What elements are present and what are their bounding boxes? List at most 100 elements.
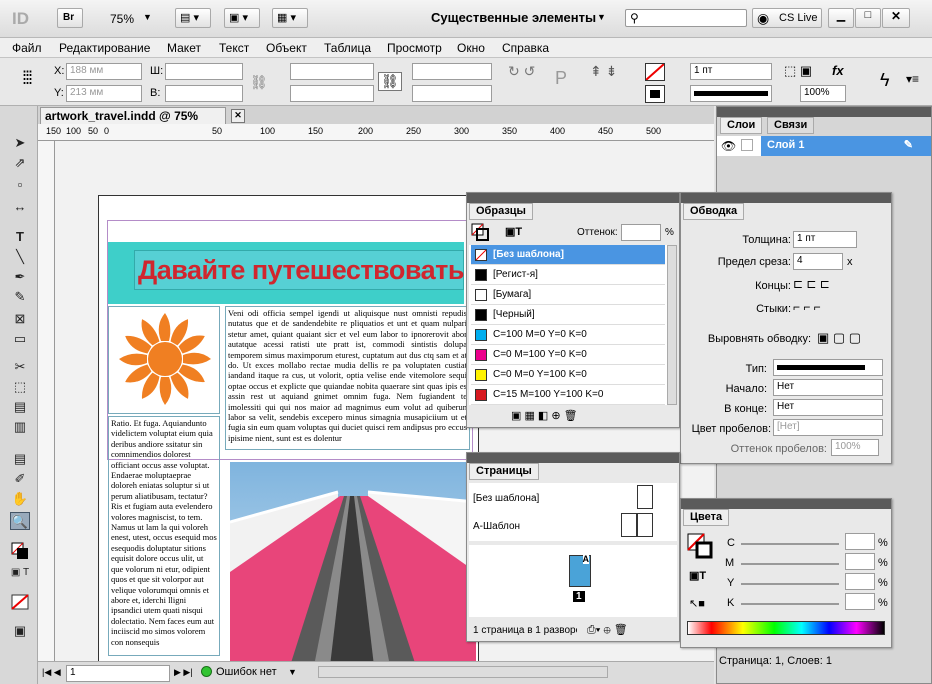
swatch-row[interactable]: [Регист-я] [471, 265, 665, 285]
gap-color-select[interactable]: [Нет] [773, 419, 883, 436]
menu-help[interactable]: Справка [502, 41, 549, 55]
align-stroke-buttons[interactable]: ▣ ▢ ▢ [817, 330, 861, 346]
pencil-tool-icon[interactable]: ✎ [10, 288, 30, 306]
tab-pages[interactable]: Страницы [469, 463, 539, 480]
rotate-icon[interactable]: ↻ ↺ [508, 63, 535, 80]
fill-stroke-icon[interactable] [687, 533, 713, 559]
eyedropper-tool-icon[interactable]: ✐ [10, 470, 30, 488]
y-position-field[interactable]: 213 мм [66, 85, 142, 102]
fill-none-swatch[interactable] [645, 63, 665, 81]
minimize-button[interactable]: ▁ [828, 8, 854, 28]
width-field[interactable] [165, 63, 243, 80]
document-tab[interactable]: artwork_travel.indd @ 75% ✕ [40, 107, 245, 124]
type-tool-icon[interactable]: T [10, 228, 30, 246]
tab-layers[interactable]: Слои [720, 117, 763, 134]
menu-table[interactable]: Таблица [324, 41, 371, 55]
k-slider[interactable] [741, 603, 839, 605]
fit-icons[interactable]: ⬚ ▣ [784, 63, 812, 79]
a-master[interactable]: A-Шаблон [473, 521, 520, 532]
page-tool-icon[interactable]: ▫ [10, 176, 30, 194]
page-thumb[interactable]: A [569, 554, 591, 587]
swatch-row[interactable]: C=0 M=0 Y=100 K=0 [471, 365, 665, 385]
k-value[interactable] [845, 593, 875, 610]
hand-tool-icon[interactable]: ✋ [10, 490, 30, 508]
stroke-weight-input[interactable]: 1 пт [793, 231, 857, 248]
shear-field[interactable] [412, 85, 492, 102]
c-slider[interactable] [741, 543, 839, 545]
scale-x-field[interactable] [290, 63, 374, 80]
tab-links[interactable]: Связи [767, 117, 815, 134]
line-tool-icon[interactable]: ╲ [10, 248, 30, 266]
document-page[interactable]: Давайте путешествовать! Veni odi officia… [98, 195, 479, 666]
scissors-tool-icon[interactable]: ✂ [10, 358, 30, 376]
none-fill-icon[interactable]: ↖■ [689, 597, 705, 610]
horizontal-scrollbar[interactable] [318, 666, 608, 678]
miter-limit-input[interactable]: 4 [793, 253, 843, 270]
zoom-level[interactable]: 75% [110, 12, 134, 26]
opacity-field[interactable]: 100% [800, 85, 846, 102]
chevron-down-icon[interactable]: ▼ [143, 12, 152, 22]
chevron-down-icon[interactable]: ▼ [597, 12, 606, 22]
rectangle-tool-icon[interactable]: ▭ [10, 330, 30, 348]
pen-tool-icon[interactable]: ✒ [10, 268, 30, 286]
preflight-status[interactable]: Ошибок нет [216, 666, 277, 678]
effects-icon[interactable]: fx [832, 63, 844, 78]
menu-window[interactable]: Окно [457, 41, 485, 55]
maximize-button[interactable]: □ [855, 8, 881, 28]
gradient-feather-tool-icon[interactable]: ▥ [10, 418, 30, 436]
close-document-icon[interactable]: ✕ [231, 109, 245, 123]
swatch-row[interactable]: [Без шаблона] [471, 245, 665, 265]
menu-edit[interactable]: Редактирование [59, 41, 150, 55]
next-page-button[interactable]: ▶ ▶| [174, 667, 193, 678]
note-tool-icon[interactable]: ▤ [10, 450, 30, 468]
bridge-button[interactable]: Br [57, 8, 83, 28]
rotation-field[interactable] [412, 63, 492, 80]
sun-image-frame[interactable] [108, 306, 220, 414]
panel-menu-icon[interactable]: ▾≡ [906, 72, 919, 86]
tab-stroke[interactable]: Обводка [683, 203, 745, 220]
swatch-row[interactable]: [Бумага] [471, 285, 665, 305]
select-container-icon[interactable]: ⇞ ⇟ [590, 63, 617, 80]
link-icon[interactable]: ⛓ [378, 72, 402, 91]
tab-swatches[interactable]: Образцы [469, 203, 533, 220]
join-buttons[interactable]: ⌐ ⌐ ⌐ [793, 300, 821, 314]
p-icon[interactable]: P [555, 68, 567, 89]
height-field[interactable] [165, 85, 243, 102]
constrain-proportions-icon[interactable]: ⛓ [250, 74, 268, 91]
a-master-thumb-right[interactable] [637, 513, 653, 537]
page-number-field[interactable]: 1 [66, 665, 170, 682]
menu-layout[interactable]: Макет [167, 41, 201, 55]
end-select[interactable]: Нет [773, 399, 883, 416]
stroke-type-select[interactable] [773, 359, 883, 376]
first-page-button[interactable]: |◀ ◀ [42, 667, 61, 678]
arrange-documents-button[interactable]: ▦ ▾ [272, 8, 308, 28]
swatch-actions-icons[interactable]: ▣ ▦ ◧ ⊕ 🗑 [511, 409, 578, 422]
stroke-swatch[interactable] [645, 85, 665, 103]
menu-view[interactable]: Просмотр [387, 41, 442, 55]
swatch-row[interactable]: C=15 M=100 Y=100 K=0 [471, 385, 665, 405]
view-options-button[interactable]: ▤ ▾ [175, 8, 211, 28]
fill-stroke-icon[interactable] [471, 223, 489, 241]
format-box-text-icon[interactable]: ▣T [505, 225, 522, 238]
layer-name[interactable]: Слой 1 ✎ [761, 136, 931, 156]
none-master[interactable]: [Без шаблона] [473, 493, 539, 504]
stroke-type-field[interactable] [690, 85, 772, 102]
none-master-thumb[interactable] [637, 485, 653, 509]
gap-tint-field[interactable]: 100% [831, 439, 879, 456]
color-spectrum[interactable] [687, 621, 885, 635]
headline-frame[interactable]: Давайте путешествовать! [108, 242, 473, 304]
chevron-down-icon[interactable]: ▼ [288, 667, 297, 677]
tint-field[interactable] [621, 224, 661, 241]
left-text-frame[interactable]: Ratio. Et fuga. Aquiandunto videlictem v… [108, 416, 220, 656]
apply-none-icon[interactable] [10, 594, 30, 612]
pages-actions-icons[interactable]: ⎙▾ ⊕ 🗑 [587, 623, 628, 637]
lock-toggle[interactable] [741, 139, 753, 151]
x-position-field[interactable]: 188 мм [66, 63, 142, 80]
direct-selection-tool-icon[interactable]: ⇗ [10, 154, 30, 172]
fill-stroke-icon[interactable] [10, 542, 30, 560]
stroke-weight-field[interactable]: 1 пт [690, 63, 772, 80]
eye-icon[interactable]: 👁 [721, 139, 736, 153]
y-value[interactable] [845, 573, 875, 590]
menu-type[interactable]: Текст [219, 41, 249, 55]
body-text-frame[interactable]: Veni odi officia sempel igendi ut aliqui… [225, 306, 470, 450]
